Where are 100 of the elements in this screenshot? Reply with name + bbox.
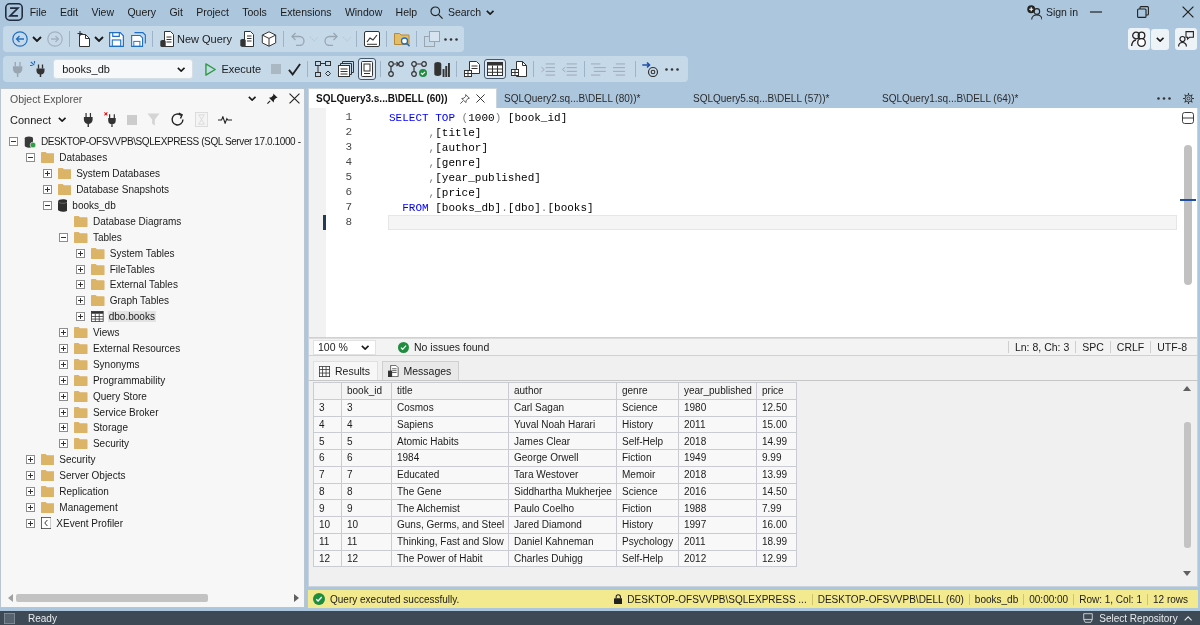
cube-icon[interactable]	[260, 31, 277, 47]
status-item[interactable]: CRLF	[1109, 341, 1151, 353]
connect-button[interactable]: Connect	[10, 113, 67, 126]
menu-item[interactable]: Edit	[53, 6, 85, 18]
scroll-up-icon[interactable]	[1183, 386, 1191, 391]
menu-item[interactable]: Git	[162, 6, 190, 18]
file-grid-icon[interactable]	[510, 61, 527, 77]
tree-item[interactable]: Databases	[58, 152, 109, 164]
tree-item[interactable]: Management	[58, 501, 119, 513]
expand-icon[interactable]	[59, 407, 69, 417]
expand-icon[interactable]	[42, 169, 52, 179]
restore-icon[interactable]	[1137, 6, 1149, 18]
editor-tab[interactable]: SQLQuery1.sq...B\DELL (64))*	[875, 88, 1064, 108]
column-header[interactable]: book_id	[341, 382, 392, 400]
nodes-check-icon[interactable]	[410, 61, 427, 77]
tree-item[interactable]: Programmability	[91, 374, 167, 386]
editor-tab[interactable]: SQLQuery2.sq...B\DELL (80))*	[497, 88, 686, 108]
tree-item[interactable]: System Databases	[75, 168, 162, 180]
tree-item[interactable]: Service Broker	[91, 406, 160, 418]
tree-item[interactable]: Database Snapshots	[75, 184, 170, 196]
database-chart-icon[interactable]	[433, 61, 450, 77]
menu-item[interactable]: Query	[120, 6, 163, 18]
expand-icon[interactable]	[25, 502, 35, 512]
tree-item[interactable]: DESKTOP-OFSVVPB\SQLEXPRESS (SQL Server 17.0.1000 -	[40, 136, 302, 148]
tree-item[interactable]: Query Store	[91, 390, 148, 402]
expand-icon[interactable]	[76, 280, 86, 290]
expand-icon[interactable]	[59, 344, 69, 353]
tree-item[interactable]: Security	[58, 454, 97, 466]
tree-item[interactable]: XEvent Profiler	[55, 517, 124, 529]
folder-search-icon[interactable]	[393, 31, 410, 47]
collapse-icon[interactable]	[42, 201, 52, 210]
caret-icon[interactable]	[1150, 28, 1169, 50]
tree-item[interactable]: External Tables	[108, 279, 179, 291]
tree-item[interactable]: Tables	[91, 231, 123, 243]
expand-icon[interactable]	[59, 439, 69, 449]
collapse-icon[interactable]	[25, 153, 35, 163]
code-editor[interactable]: 1 SELECT TOP (1000) [book_id] 2 ,[title] 3 ,[author] 4 ,[genre] 5 ,[year_published] 6 ,[price] 7 FROM [books_db].[dbo].[books] 8	[308, 108, 1198, 338]
tree-item[interactable]: System Tables	[108, 247, 176, 259]
tree-item[interactable]: Server Objects	[58, 470, 127, 482]
execute-button[interactable]: Execute	[201, 62, 268, 76]
scroll-down-icon[interactable]	[1183, 571, 1191, 576]
expand-icon[interactable]	[25, 487, 35, 497]
close-icon[interactable]	[475, 94, 485, 103]
flowchart-icon[interactable]	[314, 61, 331, 77]
expand-icon[interactable]	[59, 328, 69, 338]
checkmark-icon[interactable]	[287, 62, 301, 76]
scrollbar-thumb[interactable]	[1184, 145, 1192, 285]
search-button[interactable]: Search	[423, 5, 501, 19]
menu-item[interactable]: Window	[338, 6, 389, 18]
caret-icon[interactable]	[94, 36, 104, 42]
close-icon[interactable]	[1182, 6, 1194, 18]
issues-status[interactable]: No issues found	[414, 341, 490, 353]
split-view-icon[interactable]	[1182, 112, 1194, 124]
column-header[interactable]: genre	[616, 382, 679, 400]
menu-item[interactable]: Help	[388, 6, 424, 18]
menu-item[interactable]: Extensions	[273, 6, 339, 18]
expand-icon[interactable]	[59, 359, 69, 369]
expand-icon[interactable]	[76, 264, 86, 274]
expand-icon[interactable]	[59, 391, 69, 401]
column-header[interactable]: title	[391, 382, 509, 400]
nodes-arrow-icon[interactable]	[387, 61, 404, 77]
tree-item[interactable]: Security	[91, 438, 131, 450]
tree-item[interactable]: Storage	[91, 422, 129, 434]
save-all-icon[interactable]	[130, 31, 146, 47]
tree-item[interactable]: External Resources	[91, 343, 182, 354]
chart-window-icon[interactable]	[363, 31, 380, 47]
database-dropdown[interactable]: books_db	[53, 59, 194, 79]
sign-in-button[interactable]: Sign in	[1026, 4, 1078, 20]
expand-icon[interactable]	[76, 248, 86, 258]
tree-item[interactable]: Replication	[58, 486, 110, 498]
new-file-icon[interactable]	[76, 31, 90, 47]
expand-icon[interactable]	[25, 455, 35, 465]
new-query-button[interactable]: New Query	[156, 31, 237, 47]
plug-sparkle-icon[interactable]	[29, 61, 46, 77]
expand-icon[interactable]	[25, 518, 35, 528]
person-chat-icon[interactable]	[1175, 28, 1197, 50]
tree-item[interactable]: Synonyms	[91, 358, 141, 370]
select-repository-button[interactable]: Select Repository	[1083, 612, 1192, 624]
expand-icon[interactable]	[25, 471, 35, 481]
refresh-icon[interactable]	[169, 112, 185, 127]
windows-icon[interactable]	[337, 61, 354, 77]
results-tab[interactable]: Messages	[382, 361, 460, 380]
more-icon[interactable]	[1157, 96, 1171, 100]
expand-icon[interactable]	[76, 296, 86, 306]
tree-item[interactable]: Graph Tables	[108, 295, 170, 307]
close-icon[interactable]	[289, 93, 300, 104]
menu-item[interactable]: Project	[189, 6, 236, 18]
scrollbar-thumb[interactable]	[16, 594, 208, 602]
status-item[interactable]: SPC	[1075, 341, 1110, 353]
collapse-icon[interactable]	[9, 137, 18, 147]
results-tab[interactable]: Results	[313, 361, 378, 380]
tree-item[interactable]: FileTables	[108, 263, 156, 275]
pulse-icon[interactable]	[218, 115, 233, 124]
pin-icon[interactable]	[267, 93, 278, 104]
expand-icon[interactable]	[59, 375, 69, 385]
caret-icon[interactable]	[32, 36, 42, 42]
people-icon[interactable]	[1127, 28, 1150, 50]
document-grid-icon[interactable]	[463, 61, 480, 77]
tree-item[interactable]: Views	[91, 327, 121, 339]
settings-icon[interactable]	[1183, 92, 1194, 104]
